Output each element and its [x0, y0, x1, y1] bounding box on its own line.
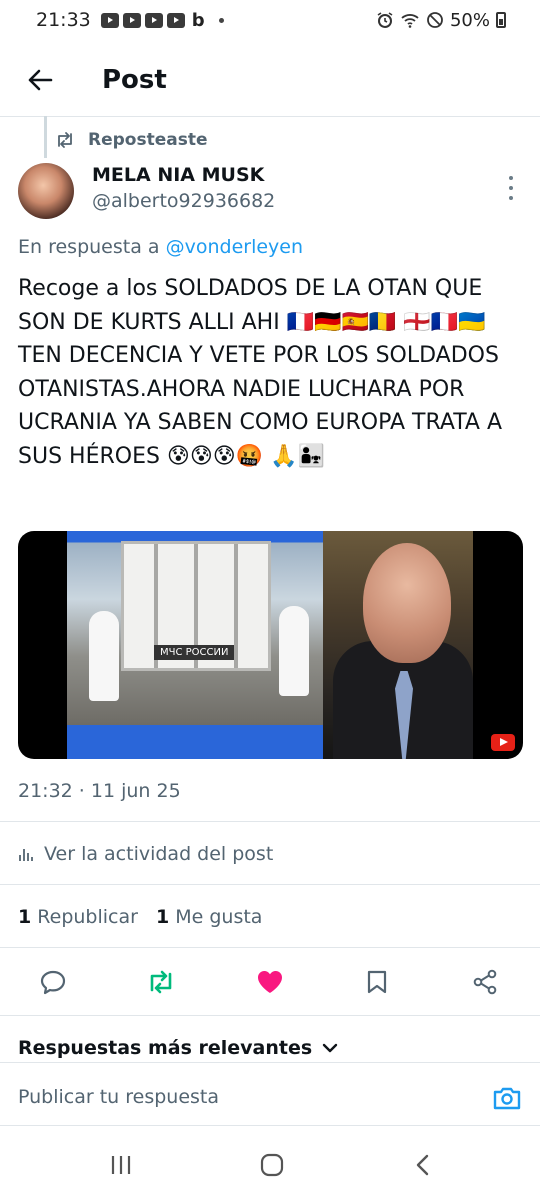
youtube-icon — [100, 12, 119, 28]
top-app-bar: Post — [0, 48, 540, 112]
youtube-icon — [166, 12, 185, 28]
repost-label: Reposteaste — [88, 130, 208, 150]
person-figure — [89, 611, 119, 701]
battery-icon — [496, 12, 506, 28]
reply-icon — [40, 970, 66, 995]
replies-sort-label: Respuestas más relevantes — [18, 1037, 313, 1059]
truck-label: МЧС РОССИИ — [154, 645, 235, 660]
more-notifications-dot — [218, 17, 224, 23]
divider — [0, 884, 540, 885]
divider — [0, 947, 540, 948]
repost-button[interactable] — [141, 962, 181, 1002]
divider — [0, 116, 540, 117]
reposts-stat[interactable]: 1 Republicar — [18, 906, 138, 928]
post-text: Recoge a los SOLDADOS DE LA OTAN QUE SON… — [18, 276, 503, 469]
share-icon — [473, 969, 497, 995]
media-right-frame — [323, 531, 473, 759]
youtube-icon — [122, 12, 141, 28]
author-name[interactable]: MELA NIA MUSK — [92, 164, 264, 186]
likes-stat[interactable]: 1 Me gusta — [156, 906, 263, 928]
post-stats: 1 Republicar 1 Me gusta — [18, 906, 262, 928]
alarm-icon — [377, 12, 393, 28]
mention-link[interactable]: @vonderleyen — [166, 236, 303, 258]
reply-input[interactable] — [18, 1086, 448, 1108]
youtube-icon — [144, 12, 163, 28]
home-icon — [260, 1153, 284, 1177]
home-button[interactable] — [252, 1148, 292, 1182]
repost-icon — [150, 970, 172, 994]
repost-icon — [58, 132, 72, 148]
post-media[interactable]: МЧС РОССИИ — [18, 531, 523, 759]
truck-image: МЧС РОССИИ — [121, 541, 271, 671]
arrow-left-icon — [28, 69, 53, 91]
thread-line — [44, 116, 47, 158]
bookmark-icon — [367, 970, 387, 994]
b-icon: b — [191, 9, 205, 31]
camera-icon — [493, 1087, 521, 1110]
youtube-subscribe-icon — [491, 734, 515, 751]
bookmark-button[interactable] — [357, 962, 397, 1002]
page-title: Post — [102, 65, 167, 95]
status-bar: 21:33 b 50% — [0, 0, 540, 40]
recent-apps-icon — [111, 1156, 131, 1174]
repost-indicator: Reposteaste — [54, 130, 208, 150]
like-button[interactable] — [250, 962, 290, 1002]
replies-sort-selector[interactable]: Respuestas más relevantes — [18, 1037, 338, 1059]
post-timestamp: 21:32 · 11 jun 25 — [18, 780, 181, 802]
divider — [0, 1015, 540, 1016]
person-head — [363, 543, 451, 663]
reply-prefix: En respuesta a — [18, 236, 160, 258]
notification-icons: b — [100, 9, 224, 31]
chevron-left-icon — [416, 1154, 429, 1176]
recent-apps-button[interactable] — [101, 1148, 141, 1182]
system-icons: 50% — [376, 10, 506, 31]
author-handle[interactable]: @alberto92936682 — [92, 190, 275, 212]
more-options-icon[interactable] — [503, 176, 519, 200]
bar-chart-icon — [19, 849, 33, 861]
battery-percent: 50% — [449, 9, 490, 31]
divider — [0, 821, 540, 822]
status-time: 21:33 — [36, 9, 91, 31]
post-activity-link[interactable]: Ver la actividad del post — [18, 843, 273, 865]
nav-back-button[interactable] — [403, 1148, 443, 1182]
media-left-frame: МЧС РОССИИ — [67, 531, 323, 759]
share-button[interactable] — [465, 962, 505, 1002]
heart-icon — [258, 971, 282, 993]
camera-button[interactable] — [490, 1082, 524, 1114]
system-nav-bar — [0, 1130, 540, 1200]
reply-button[interactable] — [33, 962, 73, 1002]
wifi-icon — [401, 14, 419, 28]
activity-label: Ver la actividad del post — [44, 843, 274, 865]
reply-context: En respuesta a @vonderleyen — [18, 236, 303, 258]
person-figure — [279, 606, 309, 696]
action-bar — [0, 962, 540, 1002]
chevron-down-icon — [322, 1043, 338, 1053]
do-not-disturb-icon — [427, 12, 443, 28]
back-button[interactable] — [16, 56, 64, 104]
avatar[interactable] — [18, 163, 74, 219]
